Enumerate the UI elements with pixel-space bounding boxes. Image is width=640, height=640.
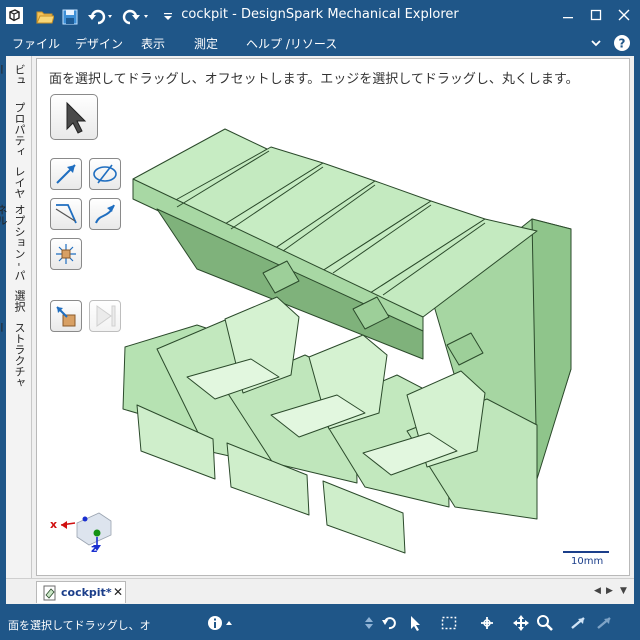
help-icon[interactable]: ?	[613, 34, 631, 52]
menu-help-resources[interactable]: ヘルプ /リソース	[246, 35, 337, 52]
menu-file[interactable]: ファイル	[12, 35, 60, 52]
menu-design[interactable]: デザイン	[75, 35, 123, 52]
info-dropdown-icon[interactable]	[224, 614, 234, 632]
doc-tab-close-icon[interactable]: ✕	[113, 585, 123, 599]
side-tab-structure[interactable]: ストラクチャー	[0, 322, 28, 392]
spin-updown-icon[interactable]	[362, 614, 376, 632]
viewport[interactable]: 面を選択してドラッグし、オフセットします。エッジを選択してドラッグし、丸くします…	[36, 58, 630, 576]
close-icon[interactable]	[612, 4, 636, 26]
move-tool-button[interactable]	[89, 158, 121, 190]
menu-measure[interactable]: 測定	[194, 35, 218, 52]
play-tool-button[interactable]	[89, 300, 121, 332]
cockpit-model[interactable]	[37, 59, 631, 577]
minimize-icon[interactable]	[556, 4, 580, 26]
pan-icon[interactable]	[512, 614, 530, 632]
side-tab-selection[interactable]: 選択	[10, 290, 28, 320]
pull-tool-button[interactable]	[50, 158, 82, 190]
doc-tab-cockpit[interactable]: cockpit* ✕	[36, 581, 126, 603]
zoom-icon[interactable]	[536, 614, 554, 632]
side-panel-tabs: ビュー プロパティ レイヤ オプション - パネル 選択 ストラクチャー	[0, 56, 32, 604]
view-back-icon[interactable]	[570, 614, 588, 632]
document-tab-strip: cockpit* ✕ ◀ ▶ ▼	[6, 578, 634, 604]
maximize-icon[interactable]	[584, 4, 608, 26]
view-forward-icon[interactable]	[596, 614, 614, 632]
blend-tool-button[interactable]	[50, 198, 82, 230]
menu-bar: ファイル デザイン 表示 測定 ヘルプ /リソース ?	[0, 32, 640, 54]
info-icon[interactable]	[206, 614, 224, 632]
tab-scroll-right-icon[interactable]: ▶	[606, 586, 613, 596]
pull-icon	[56, 164, 76, 184]
doc-tab-label: cockpit*	[61, 586, 112, 599]
chevron-down-icon[interactable]	[588, 34, 604, 52]
window-title: cockpit - DesignSpark Mechanical Explore…	[181, 7, 459, 22]
select-arrow-icon	[66, 101, 87, 134]
status-text: 面を選択してドラッグし、オフセットします。	[8, 619, 150, 632]
scale-label: 10mm	[571, 556, 604, 567]
combine-tool-button[interactable]	[50, 238, 82, 270]
side-tab-layers[interactable]: レイヤ	[10, 166, 28, 202]
box-select-icon[interactable]	[440, 614, 458, 632]
tab-scroll-left-icon[interactable]: ◀	[594, 586, 601, 596]
app-window: cockpit - DesignSpark Mechanical Explore…	[0, 0, 640, 640]
tab-list-icon[interactable]: ▼	[620, 586, 627, 596]
document-icon	[43, 585, 56, 601]
select-tool-button[interactable]	[50, 94, 98, 140]
sweep-tool-button[interactable]	[89, 198, 121, 230]
rotate-undo-icon[interactable]	[380, 614, 398, 632]
scale-bar: 10mm	[563, 549, 609, 569]
side-tab-properties[interactable]: プロパティ	[10, 102, 28, 162]
scale-bar-line	[563, 551, 609, 553]
title-bar: cockpit - DesignSpark Mechanical Explore…	[0, 0, 640, 32]
side-tab-view[interactable]: ビュー	[0, 64, 28, 96]
side-tab-options-panel[interactable]: オプション - パネル	[0, 204, 28, 288]
sweep-icon	[95, 204, 115, 224]
axis-x-label: x	[50, 518, 58, 531]
status-bar: 面を選択してドラッグし、オフセットします。	[0, 606, 640, 640]
move-icon	[93, 164, 117, 184]
play-icon	[96, 305, 116, 327]
axis-triad	[60, 512, 112, 551]
blend-icon	[55, 204, 77, 224]
measure-tool-button[interactable]	[50, 300, 82, 332]
orient-icon[interactable]	[478, 614, 496, 632]
axis-z-label: z	[91, 542, 98, 555]
measure-icon	[56, 306, 76, 327]
select-mode-icon[interactable]	[406, 614, 424, 632]
menu-view[interactable]: 表示	[141, 35, 165, 52]
svg-text:?: ?	[619, 37, 626, 51]
combine-icon	[56, 244, 76, 264]
